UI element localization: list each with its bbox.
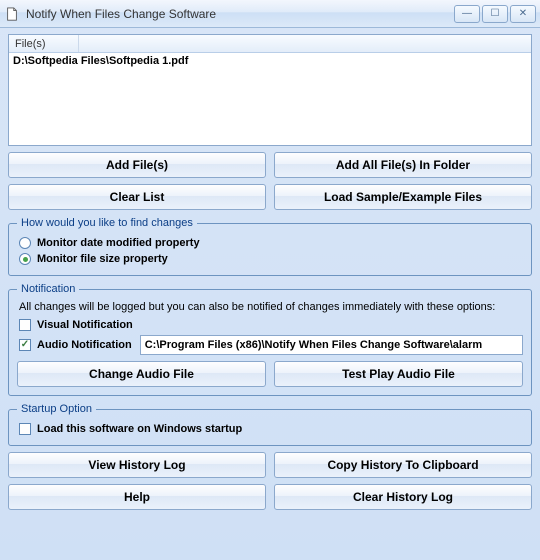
checkbox-icon	[19, 423, 31, 435]
app-icon	[4, 6, 20, 22]
notification-group: Notification All changes will be logged …	[8, 283, 532, 396]
maximize-button[interactable]: ☐	[482, 5, 508, 23]
radio-date-modified[interactable]: Monitor date modified property	[19, 237, 523, 249]
column-header-files[interactable]: File(s)	[9, 35, 79, 52]
add-all-folder-button[interactable]: Add All File(s) In Folder	[274, 152, 532, 178]
titlebar: Notify When Files Change Software — ☐ ✕	[0, 0, 540, 28]
checkbox-label: Load this software on Windows startup	[37, 423, 242, 435]
audio-notification-checkbox[interactable]: Audio Notification	[19, 339, 132, 351]
visual-notification-checkbox[interactable]: Visual Notification	[19, 319, 523, 331]
changes-legend: How would you like to find changes	[17, 217, 197, 229]
radio-file-size[interactable]: Monitor file size property	[19, 253, 523, 265]
notification-legend: Notification	[17, 283, 79, 295]
add-files-button[interactable]: Add File(s)	[8, 152, 266, 178]
checkbox-label: Audio Notification	[37, 339, 132, 351]
file-list-body[interactable]: D:\Softpedia Files\Softpedia 1.pdf	[9, 53, 531, 69]
load-sample-button[interactable]: Load Sample/Example Files	[274, 184, 532, 210]
startup-checkbox[interactable]: Load this software on Windows startup	[19, 423, 523, 435]
radio-icon	[19, 237, 31, 249]
radio-label: Monitor file size property	[37, 253, 168, 265]
changes-group: How would you like to find changes Monit…	[8, 217, 532, 276]
file-list[interactable]: File(s) D:\Softpedia Files\Softpedia 1.p…	[8, 34, 532, 146]
startup-group: Startup Option Load this software on Win…	[8, 403, 532, 446]
view-history-button[interactable]: View History Log	[8, 452, 266, 478]
help-button[interactable]: Help	[8, 484, 266, 510]
close-button[interactable]: ✕	[510, 5, 536, 23]
minimize-button[interactable]: —	[454, 5, 480, 23]
window-controls: — ☐ ✕	[454, 5, 536, 23]
notification-description: All changes will be logged but you can a…	[19, 301, 523, 313]
startup-legend: Startup Option	[17, 403, 96, 415]
radio-label: Monitor date modified property	[37, 237, 200, 249]
radio-icon	[19, 253, 31, 265]
list-item[interactable]: D:\Softpedia Files\Softpedia 1.pdf	[13, 55, 527, 67]
copy-history-button[interactable]: Copy History To Clipboard	[274, 452, 532, 478]
clear-list-button[interactable]: Clear List	[8, 184, 266, 210]
content-area: File(s) D:\Softpedia Files\Softpedia 1.p…	[0, 28, 540, 518]
window-title: Notify When Files Change Software	[26, 7, 454, 21]
file-list-header: File(s)	[9, 35, 531, 53]
change-audio-button[interactable]: Change Audio File	[17, 361, 266, 387]
clear-history-button[interactable]: Clear History Log	[274, 484, 532, 510]
checkbox-label: Visual Notification	[37, 319, 133, 331]
audio-path-input[interactable]	[140, 335, 523, 355]
checkbox-icon	[19, 319, 31, 331]
test-audio-button[interactable]: Test Play Audio File	[274, 361, 523, 387]
checkbox-icon	[19, 339, 31, 351]
